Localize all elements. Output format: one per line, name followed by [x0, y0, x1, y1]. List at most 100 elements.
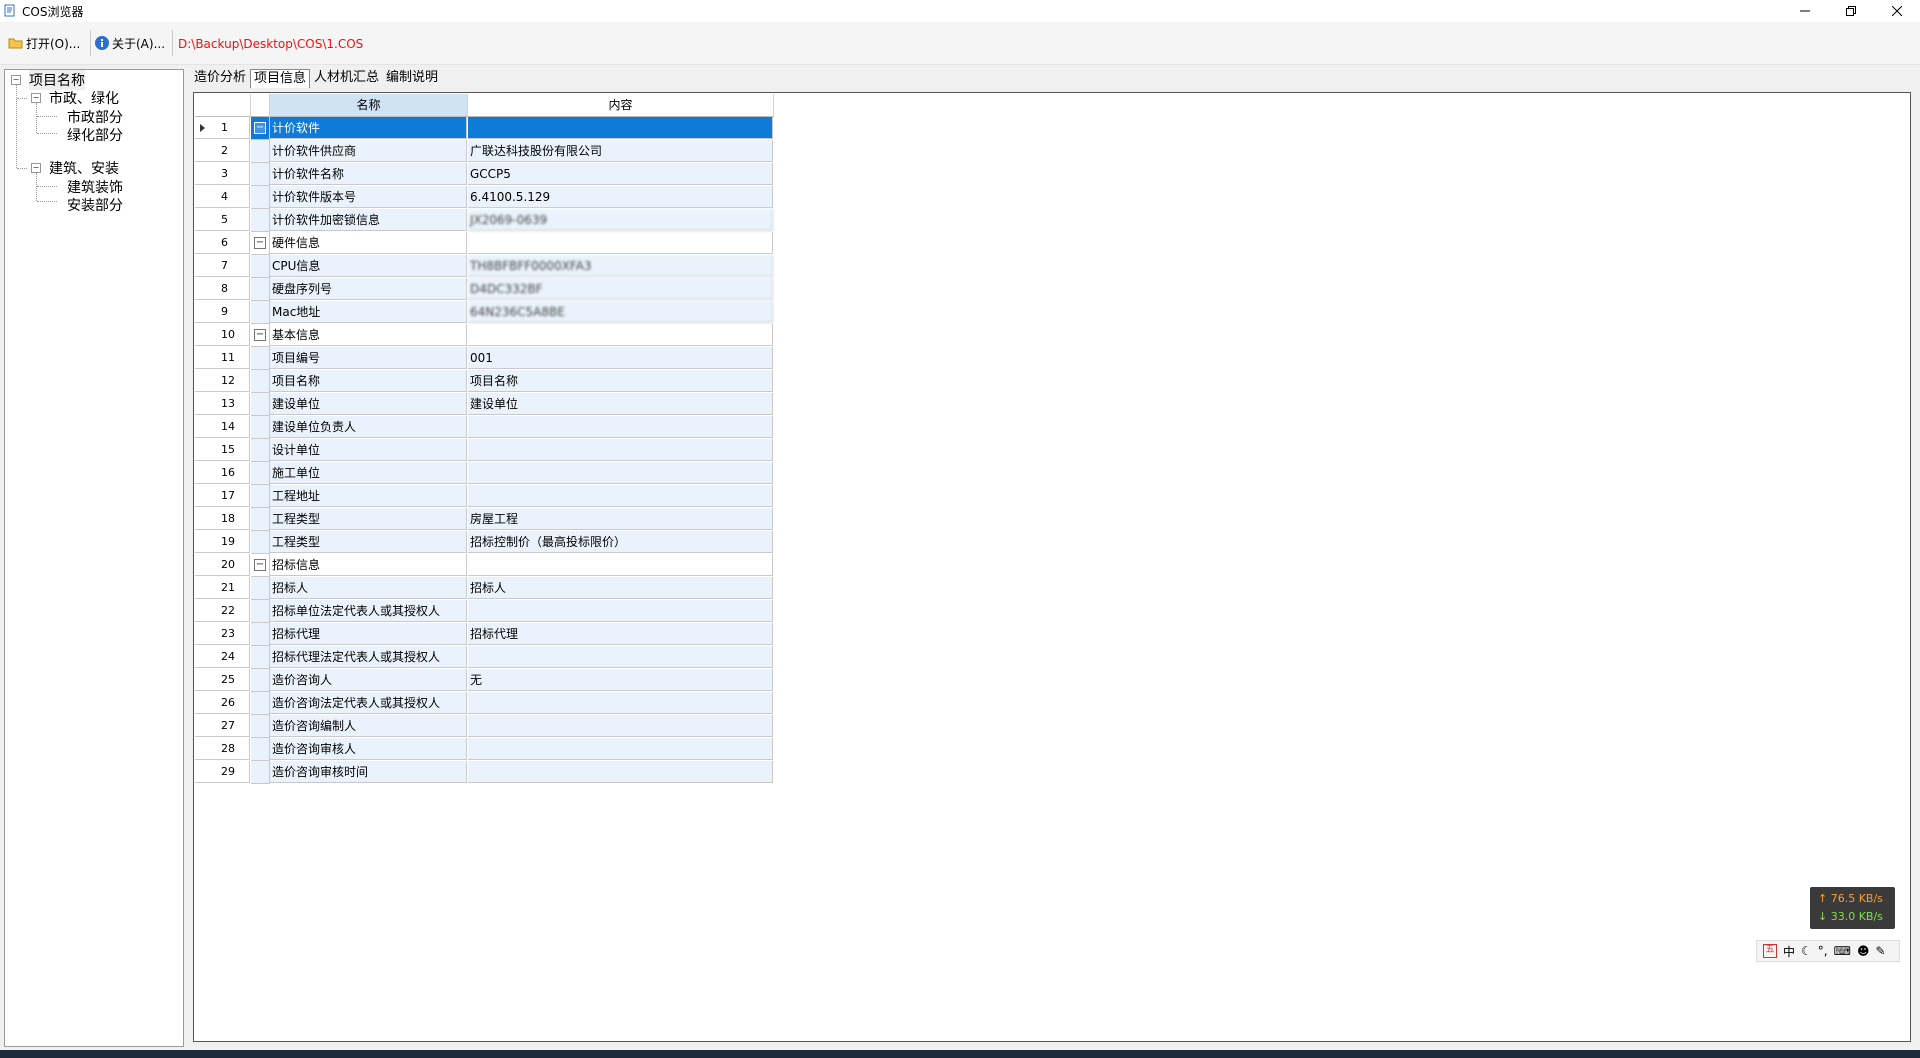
project-tree[interactable]: − 项目名称 − 市政、绿化 市政部分 绿化部分 − 建筑、安装 建筑装饰 安装… [4, 69, 184, 1047]
ime-mode[interactable]: 中 [1783, 943, 1795, 960]
content-cell[interactable] [468, 692, 773, 714]
restore-button[interactable] [1828, 0, 1874, 22]
table-row[interactable]: 14 建设单位负责人 [195, 416, 774, 439]
name-cell[interactable]: 施工单位 [270, 462, 467, 484]
name-cell[interactable]: 招标代理法定代表人或其授权人 [270, 646, 467, 668]
collapse-group-icon[interactable]: − [254, 237, 266, 249]
content-cell[interactable] [468, 600, 773, 622]
name-cell[interactable]: 工程类型 [270, 531, 467, 553]
content-cell[interactable] [468, 761, 773, 783]
name-cell[interactable]: CPU信息 [270, 255, 467, 277]
name-cell[interactable]: 计价软件版本号 [270, 186, 467, 208]
content-cell[interactable] [468, 485, 773, 507]
content-cell[interactable] [468, 554, 773, 576]
table-row[interactable]: 12 项目名称 项目名称 [195, 370, 774, 393]
name-cell[interactable]: Mac地址 [270, 301, 467, 323]
content-cell[interactable] [468, 117, 773, 139]
table-row[interactable]: 24 招标代理法定代表人或其授权人 [195, 646, 774, 669]
tree-node-install[interactable]: 安装部分 [67, 195, 123, 215]
name-cell[interactable]: 招标代理 [270, 623, 467, 645]
content-cell[interactable]: 6.4100.5.129 [468, 186, 773, 208]
content-cell[interactable]: TH8BFBFF0000XFA3 [468, 255, 773, 277]
name-cell[interactable]: 基本信息 [270, 324, 467, 346]
tree-node-municipal[interactable]: 市政部分 [67, 107, 123, 127]
content-cell[interactable]: 招标代理 [468, 623, 773, 645]
table-row[interactable]: 25 造价咨询人无 [195, 669, 774, 692]
content-cell[interactable]: 招标控制价（最高投标限价） [468, 531, 773, 553]
wrench-icon[interactable]: ✎ [1875, 944, 1885, 958]
moon-icon[interactable]: ☾ [1801, 944, 1812, 958]
table-row[interactable]: 19 工程类型 招标控制价（最高投标限价） [195, 531, 774, 554]
ime-toolbar[interactable]: 五 中 ☾ °, ⌨ ☻ ✎ [1756, 940, 1900, 962]
content-cell[interactable] [468, 416, 773, 438]
ime-logo-icon[interactable]: 五 [1763, 944, 1777, 958]
name-cell[interactable]: 项目编号 [270, 347, 467, 369]
name-cell[interactable]: 招标人 [270, 577, 467, 599]
table-row[interactable]: 22 招标单位法定代表人或其授权人 [195, 600, 774, 623]
table-row[interactable]: 8 硬盘序列号 D4DC332BF [195, 278, 774, 301]
table-row[interactable]: 21 招标人 招标人 [195, 577, 774, 600]
tab-compile-notes[interactable]: 编制说明 [386, 69, 438, 87]
tree-node-building[interactable]: 建筑装饰 [67, 177, 123, 197]
name-cell[interactable]: 计价软件名称 [270, 163, 467, 185]
content-cell[interactable]: D4DC332BF [468, 278, 773, 300]
table-row[interactable]: 23 招标代理 招标代理 [195, 623, 774, 646]
table-row[interactable]: 26 造价咨询法定代表人或其授权人 [195, 692, 774, 715]
name-cell[interactable]: 计价软件供应商 [270, 140, 467, 162]
content-cell[interactable]: 项目名称 [468, 370, 773, 392]
collapse-icon[interactable]: − [31, 93, 41, 103]
table-row[interactable]: 3 计价软件名称 GCCP5 [195, 163, 774, 186]
content-cell[interactable] [468, 462, 773, 484]
table-row[interactable]: 11 项目编号 001 [195, 347, 774, 370]
content-cell[interactable]: 64N236C5A8BE [468, 301, 773, 323]
collapse-group-icon[interactable]: − [254, 329, 266, 341]
content-cell[interactable] [468, 646, 773, 668]
name-column-header[interactable]: 名称 [270, 94, 468, 117]
content-cell[interactable]: JX2069-0639 [468, 209, 773, 231]
table-row[interactable]: 5 计价软件加密锁信息 JX2069-0639 [195, 209, 774, 232]
tree-node-group2[interactable]: 建筑、安装 [49, 158, 119, 178]
tree-node-root[interactable]: 项目名称 [29, 70, 85, 90]
content-cell[interactable]: 广联达科技股份有限公司 [468, 140, 773, 162]
table-row[interactable]: 17 工程地址 [195, 485, 774, 508]
name-cell[interactable]: 造价咨询审核人 [270, 738, 467, 760]
name-cell[interactable]: 项目名称 [270, 370, 467, 392]
table-row[interactable]: 9 Mac地址 64N236C5A8BE [195, 301, 774, 324]
content-cell[interactable] [468, 324, 773, 346]
name-cell[interactable]: 工程类型 [270, 508, 467, 530]
table-row[interactable]: 6 硬件信息 − [195, 232, 774, 255]
minimize-button[interactable] [1782, 0, 1828, 22]
content-cell[interactable] [468, 439, 773, 461]
name-cell[interactable]: 硬件信息 [270, 232, 467, 254]
content-cell[interactable] [468, 738, 773, 760]
about-button[interactable]: 关于(A)... [94, 31, 165, 55]
name-cell[interactable]: 建设单位负责人 [270, 416, 467, 438]
name-cell[interactable]: 计价软件 [270, 117, 467, 139]
name-cell[interactable]: 造价咨询编制人 [270, 715, 467, 737]
content-cell[interactable]: GCCP5 [468, 163, 773, 185]
table-row[interactable]: 10 基本信息 − [195, 324, 774, 347]
name-cell[interactable]: 造价咨询审核时间 [270, 761, 467, 783]
name-cell[interactable]: 造价咨询法定代表人或其授权人 [270, 692, 467, 714]
name-cell[interactable]: 工程地址 [270, 485, 467, 507]
table-row[interactable]: 7 CPU信息 TH8BFBFF0000XFA3 [195, 255, 774, 278]
name-cell[interactable]: 招标单位法定代表人或其授权人 [270, 600, 467, 622]
table-row[interactable]: 20 招标信息 − [195, 554, 774, 577]
table-row[interactable]: 13 建设单位 建设单位 [195, 393, 774, 416]
tab-project-info[interactable]: 项目信息 [250, 69, 311, 88]
collapse-group-icon[interactable]: − [254, 122, 266, 134]
collapse-group-icon[interactable]: − [254, 559, 266, 571]
table-row[interactable]: 1 计价软件 − [195, 117, 774, 140]
name-cell[interactable]: 招标信息 [270, 554, 467, 576]
table-row[interactable]: 28 造价咨询审核人 [195, 738, 774, 761]
keyboard-icon[interactable]: ⌨ [1834, 944, 1851, 958]
collapse-icon[interactable]: − [31, 163, 41, 173]
content-cell[interactable]: 房屋工程 [468, 508, 773, 530]
tree-node-greening[interactable]: 绿化部分 [67, 125, 123, 145]
open-button[interactable]: 打开(O)... [8, 31, 80, 55]
name-cell[interactable]: 硬盘序列号 [270, 278, 467, 300]
content-cell[interactable] [468, 232, 773, 254]
content-cell[interactable] [468, 715, 773, 737]
ime-punct[interactable]: °, [1818, 944, 1828, 958]
content-cell[interactable]: 建设单位 [468, 393, 773, 415]
